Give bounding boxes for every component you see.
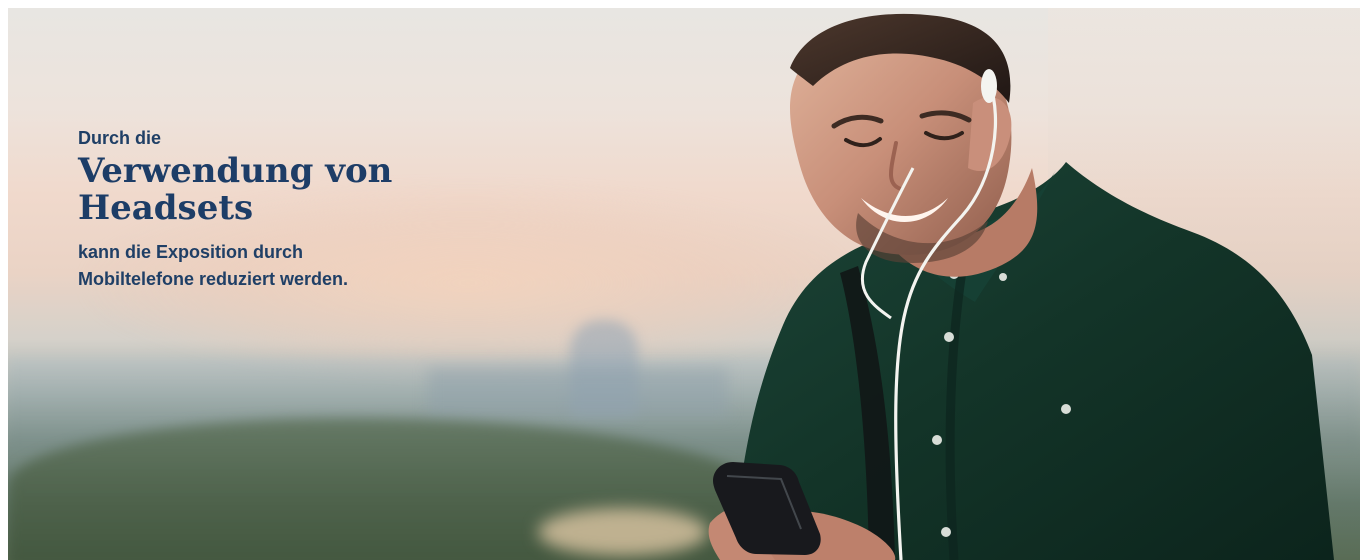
shirt-button [1061,404,1071,414]
hero-headline: Verwendung von Headsets [78,151,393,228]
shirt-button [999,273,1007,281]
shirt-button [944,332,954,342]
shirt-button [932,435,942,445]
earbud-right [981,69,997,103]
shirt-button [941,527,951,537]
hero-banner: Durch die Verwendung von Headsets kann d… [8,8,1360,560]
page: Durch die Verwendung von Headsets kann d… [0,0,1360,560]
hero-text: Durch die Verwendung von Headsets kann d… [78,126,418,293]
hero-subtext: kann die Exposition durch Mobiltelefone … [78,242,349,289]
hero-kicker: Durch die [78,128,162,148]
